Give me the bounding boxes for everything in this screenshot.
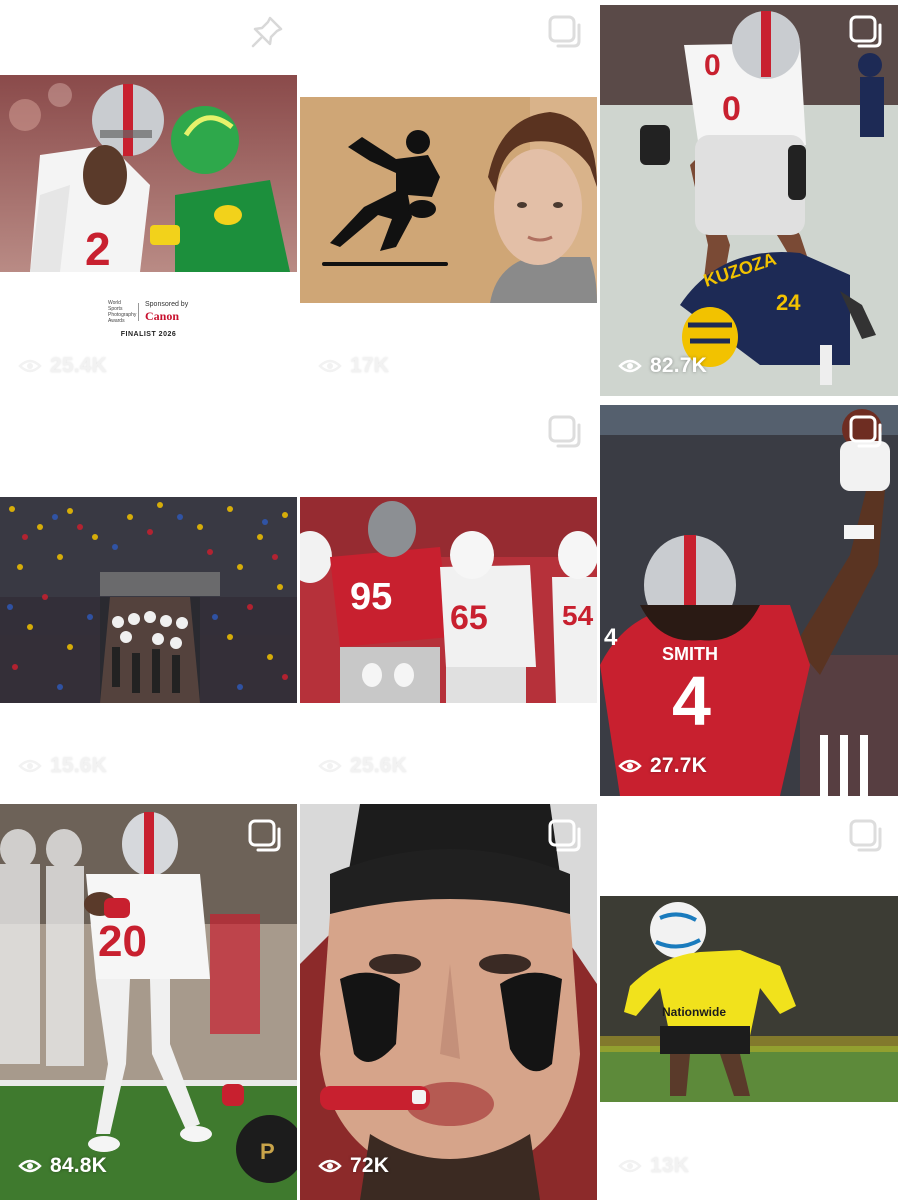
eye-icon: [318, 359, 342, 373]
eye-icon: [318, 1159, 342, 1173]
post-tile-9[interactable]: Nationwide 13K: [600, 804, 898, 1200]
view-count-label: 17K: [350, 354, 390, 377]
view-count: 27.7K: [618, 754, 707, 778]
sponsored-by-label: Sponsored by: [145, 300, 189, 308]
stack-icon: [247, 818, 283, 854]
stack-icon: [547, 818, 583, 854]
jersey-number: 65: [450, 599, 488, 637]
post-photo-oregon-catch: 2: [0, 75, 297, 272]
jersey-number: 0: [722, 90, 741, 128]
post-tile-7[interactable]: 20 P 84.8K: [0, 804, 297, 1200]
award-caption: FINALIST 2026: [120, 331, 177, 338]
svg-text:P: P: [260, 1139, 275, 1164]
stack-icon: [848, 818, 884, 854]
view-count-label: 25.4K: [50, 354, 108, 377]
stack-icon: [547, 14, 583, 50]
post-tile-2[interactable]: 17K: [300, 0, 597, 396]
view-count: 15.6K: [18, 754, 107, 778]
view-count-label: 84.8K: [50, 1154, 108, 1177]
post-tile-5[interactable]: 95 65 54 25.6K: [300, 400, 597, 796]
pin-icon: [249, 14, 285, 50]
post-tile-6[interactable]: SMITH 4 4 27.7K: [600, 400, 898, 796]
award-sponsor-block: World Sports Photography Awards Sponsore…: [108, 300, 188, 324]
view-count-label: 25.6K: [350, 754, 408, 777]
view-count: 13K: [618, 1154, 689, 1178]
view-count: 17K: [318, 354, 389, 378]
eye-icon: [18, 359, 42, 373]
jersey-number: 24: [776, 290, 801, 315]
canon-logo-text: Canon: [145, 308, 180, 323]
post-photo-michigan-snow: 0 0 KUZOZA 24: [600, 5, 898, 396]
player-name: SMITH: [662, 644, 718, 664]
post-tile-1[interactable]: 2 World Sports Photography Awards Sponso…: [0, 0, 297, 396]
post-tile-8[interactable]: 72K: [300, 804, 597, 1200]
post-tile-3[interactable]: 0 0 KUZOZA 24 82.7K: [600, 0, 898, 396]
post-photo-stadium-tunnel: [0, 497, 297, 703]
svg-text:4: 4: [604, 624, 618, 651]
view-count: 84.8K: [18, 1154, 107, 1178]
award-org-label: World Sports Photography Awards: [108, 300, 137, 324]
view-count-label: 27.7K: [650, 754, 708, 777]
stack-icon: [547, 414, 583, 450]
stack-icon: [848, 414, 884, 450]
jersey-sponsor: Nationwide: [662, 1005, 726, 1019]
jersey-number: 95: [350, 576, 392, 618]
eye-icon: [318, 759, 342, 773]
view-count: 82.7K: [618, 354, 707, 378]
jersey-number: 20: [98, 917, 147, 966]
post-photo-smith-celebration: SMITH 4 4: [600, 405, 898, 796]
view-count-label: 15.6K: [50, 754, 108, 777]
eye-icon: [18, 1159, 42, 1173]
jersey-number: 54: [562, 600, 594, 631]
eye-icon: [618, 759, 642, 773]
profile-post-grid: 2 World Sports Photography Awards Sponso…: [0, 0, 898, 1200]
sponsor-divider: [138, 303, 139, 321]
eye-icon: [618, 1159, 642, 1173]
post-tile-4[interactable]: 15.6K: [0, 400, 297, 796]
jersey-number: 4: [672, 662, 711, 740]
post-photo-crew-soccer: Nationwide: [600, 896, 898, 1102]
stack-icon: [848, 14, 884, 50]
post-photo-rutgers-line: 95 65 54: [300, 497, 597, 703]
svg-text:2: 2: [85, 223, 111, 272]
svg-text:0: 0: [704, 49, 721, 82]
post-photo-purdue-run: 20 P: [0, 804, 297, 1200]
view-count-label: 72K: [350, 1154, 390, 1177]
view-count: 25.6K: [318, 754, 407, 778]
eye-icon: [618, 359, 642, 373]
view-count: 25.4K: [18, 354, 107, 378]
view-count-label: 13K: [650, 1154, 690, 1177]
post-photo-heisman-portrait: [300, 97, 597, 303]
view-count: 72K: [318, 1154, 389, 1178]
view-count-label: 82.7K: [650, 354, 708, 377]
post-photo-eyeblack-closeup: [300, 804, 597, 1200]
eye-icon: [18, 759, 42, 773]
